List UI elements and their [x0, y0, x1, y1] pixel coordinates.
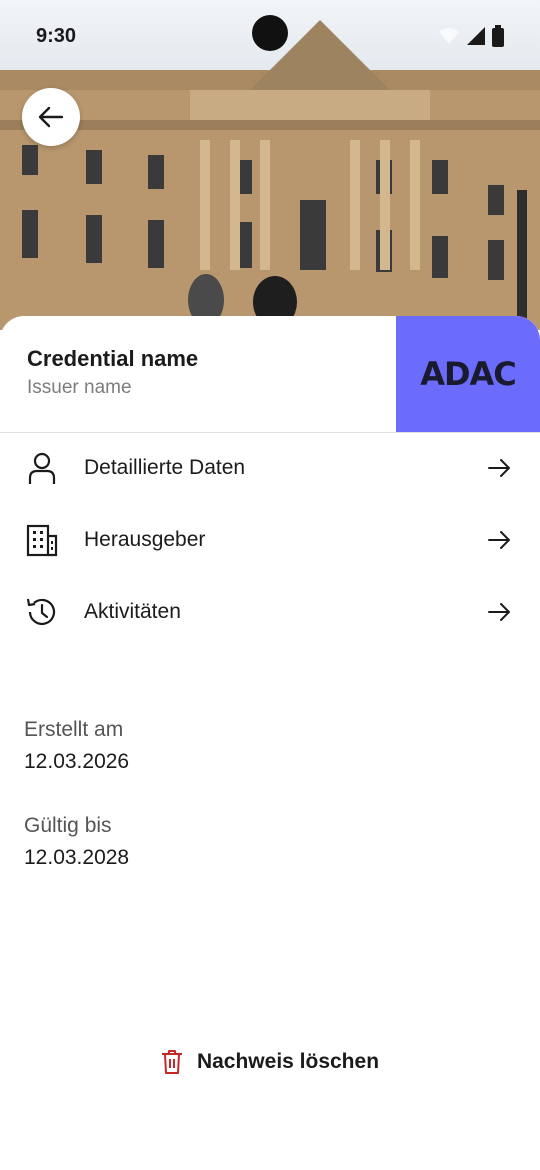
valid-label: Gültig bis: [24, 814, 112, 837]
back-button[interactable]: [22, 88, 80, 146]
created-value: 12.03.2026: [24, 750, 130, 773]
arrow-right-icon: [488, 531, 510, 549]
menu-item-label: Aktivitäten: [84, 600, 181, 623]
issuer-logo: ADAC: [396, 316, 540, 432]
menu-item-activities[interactable]: Aktivitäten: [0, 576, 540, 648]
menu-item-detailed-data[interactable]: Detaillierte Daten: [0, 432, 540, 504]
camera-cutout: [252, 15, 288, 51]
building-icon: [24, 522, 60, 558]
battery-icon: [492, 25, 504, 47]
trash-icon: [161, 1050, 182, 1074]
delete-label: Nachweis löschen: [196, 1050, 380, 1073]
issuer-name: Issuer name: [27, 377, 132, 398]
created-section: Erstellt am 12.03.2026: [24, 718, 129, 774]
detail-menu: Detaillierte Daten Herausgeber Aktivität…: [0, 432, 540, 648]
person-icon: [24, 450, 60, 486]
signal-icon: [467, 27, 485, 45]
menu-item-issuer[interactable]: Herausgeber: [0, 504, 540, 576]
menu-item-label: Herausgeber: [84, 528, 206, 551]
valid-section: Gültig bis 12.03.2028: [24, 814, 129, 870]
status-time: 9:30: [36, 24, 77, 47]
arrow-right-icon: [488, 603, 510, 621]
created-label: Erstellt am: [24, 718, 124, 741]
issuer-logo-text: ADAC: [420, 355, 517, 393]
delete-credential-button[interactable]: Nachweis löschen: [0, 1038, 540, 1086]
menu-item-label: Detaillierte Daten: [84, 456, 246, 479]
credential-card: Credential name Issuer name ADAC: [0, 316, 540, 433]
status-icons: [438, 25, 504, 47]
arrow-right-icon: [488, 459, 510, 477]
valid-value: 12.03.2028: [24, 846, 130, 869]
wifi-icon: [439, 28, 459, 44]
history-icon: [24, 594, 60, 630]
hero-image: 9:30: [0, 0, 540, 330]
credential-name: Credential name: [27, 346, 199, 371]
arrow-left-icon: [38, 106, 64, 128]
